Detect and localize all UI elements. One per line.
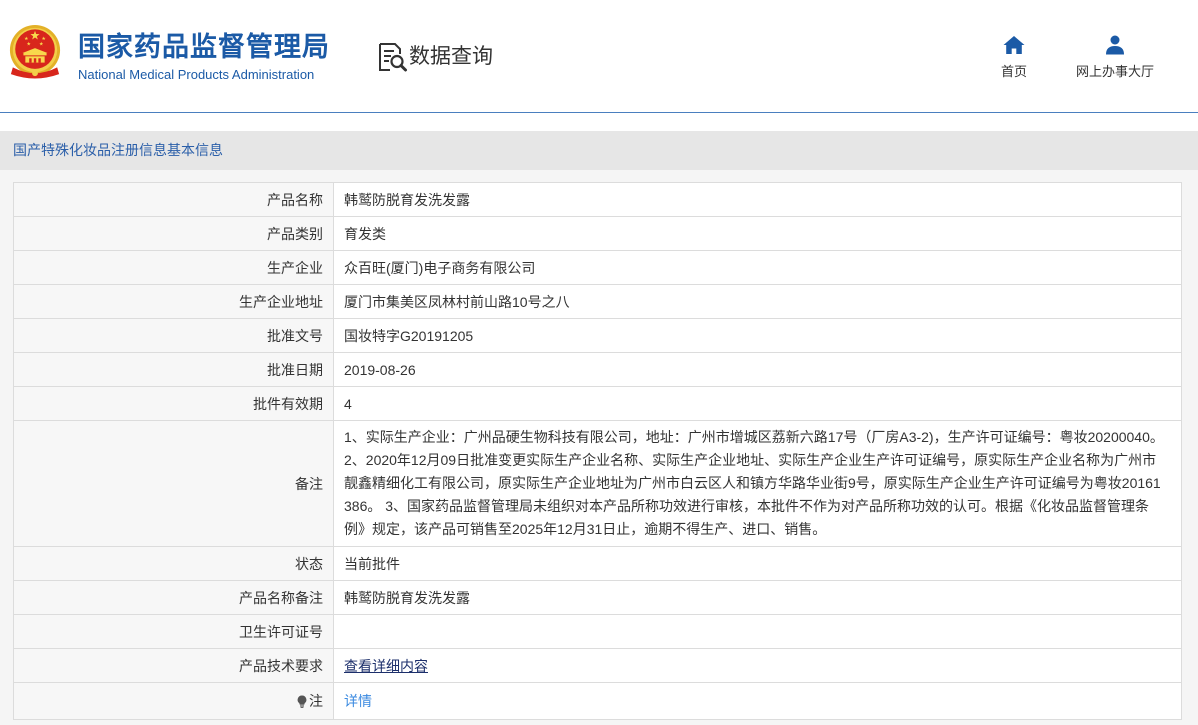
home-icon (1003, 35, 1025, 55)
row-label: 生产企业地址 (14, 285, 334, 318)
row-value-cell: 国妆特字G20191205 (334, 319, 1182, 352)
table-row: 产品技术要求 查看详细内容 (14, 649, 1182, 683)
row-value-cell: 2019-08-26 (334, 353, 1182, 386)
table-row: 卫生许可证号 (14, 615, 1182, 649)
row-value-cell: 韩鹫防脱育发洗发露 (334, 581, 1182, 614)
row-label: 产品名称 (14, 183, 334, 216)
row-value-cell: 众百旺(厦门)电子商务有限公司 (334, 251, 1182, 284)
validity-value: 4 (344, 395, 352, 412)
manufacturer-value: 众百旺(厦门)电子商务有限公司 (344, 259, 536, 276)
row-value-cell: 厦门市集美区凤林村前山路10号之八 (334, 285, 1182, 318)
national-emblem-icon (8, 24, 62, 80)
row-value-cell: 当前批件 (334, 547, 1182, 580)
row-value-cell: 详情 (334, 683, 1182, 719)
table-row: 批准文号 国妆特字G20191205 (14, 319, 1182, 353)
row-label: 批准文号 (14, 319, 334, 352)
approval-date-value: 2019-08-26 (344, 361, 416, 378)
row-label: 生产企业 (14, 251, 334, 284)
table-row: 备注 1、实际生产企业：广州品硬生物科技有限公司，地址：广州市增城区荔新六路17… (14, 421, 1182, 547)
remarks-value: 1、实际生产企业：广州品硬生物科技有限公司，地址：广州市增城区荔新六路17号（厂… (344, 429, 1164, 537)
table-row: 批准日期 2019-08-26 (14, 353, 1182, 387)
row-label: 产品名称备注 (14, 581, 334, 614)
product-category-value: 育发类 (344, 225, 386, 242)
row-label: 状态 (14, 547, 334, 580)
agency-name-en: National Medical Products Administration (78, 67, 315, 82)
row-label: 批件有效期 (14, 387, 334, 420)
row-label-note-text: 注 (309, 693, 323, 709)
nav-home-label: 首页 (1000, 64, 1027, 79)
spacer (0, 113, 1198, 131)
table-row: 产品类别 育发类 (14, 217, 1182, 251)
search-document-icon (376, 41, 408, 73)
nav-home[interactable]: 首页 (990, 35, 1038, 81)
table-row: 注 详情 (14, 683, 1182, 720)
details-link[interactable]: 详情 (344, 691, 372, 711)
panel-title: 国产特殊化妆品注册信息基本信息 (0, 131, 1198, 170)
row-value-cell: 育发类 (334, 217, 1182, 250)
agency-name-cn: 国家药品监督管理局 (78, 32, 330, 62)
registration-detail-table: 产品名称 韩鹫防脱育发洗发露 产品类别 育发类 生产企业 众百旺(厦门)电子商务… (13, 182, 1182, 720)
row-label: 批准日期 (14, 353, 334, 386)
nav-online-service-hall-label: 网上办事大厅 (1075, 64, 1154, 79)
table-row: 状态 当前批件 (14, 547, 1182, 581)
row-value-cell: 1、实际生产企业：广州品硬生物科技有限公司，地址：广州市增城区荔新六路17号（厂… (334, 421, 1182, 546)
product-name-value: 韩鹫防脱育发洗发露 (344, 191, 470, 208)
agency-brand-link[interactable]: 国家药品监督管理局 National Medical Products Admi… (8, 24, 338, 84)
lightbulb-icon (297, 694, 307, 708)
site-header: 国家药品监督管理局 National Medical Products Admi… (0, 0, 1198, 113)
row-value-cell: 韩鹫防脱育发洗发露 (334, 183, 1182, 216)
row-label: 产品技术要求 (14, 649, 334, 682)
row-label: 备注 (14, 421, 334, 546)
approval-number-value: 国妆特字G20191205 (344, 327, 474, 344)
table-row: 生产企业地址 厦门市集美区凤林村前山路10号之八 (14, 285, 1182, 319)
manufacturer-address-value: 厦门市集美区凤林村前山路10号之八 (344, 293, 570, 310)
table-row: 生产企业 众百旺(厦门)电子商务有限公司 (14, 251, 1182, 285)
view-tech-requirements-link[interactable]: 查看详细内容 (344, 656, 428, 676)
nav-online-service-hall[interactable]: 网上办事大厅 (1064, 35, 1166, 81)
row-value-cell: 查看详细内容 (334, 649, 1182, 682)
product-name-remark-value: 韩鹫防脱育发洗发露 (344, 589, 470, 606)
main-content: 国产特殊化妆品注册信息基本信息 产品名称 韩鹫防脱育发洗发露 产品类别 育发类 … (0, 113, 1198, 725)
row-value-cell (334, 615, 1182, 648)
row-label-note: 注 (14, 683, 334, 719)
data-query-label: 数据查询 (409, 45, 493, 68)
status-value: 当前批件 (344, 555, 400, 572)
user-icon (1104, 35, 1126, 55)
table-row: 批件有效期 4 (14, 387, 1182, 421)
data-query-title[interactable]: 数据查询 (376, 40, 493, 74)
table-row: 产品名称备注 韩鹫防脱育发洗发露 (14, 581, 1182, 615)
row-label: 产品类别 (14, 217, 334, 250)
row-value-cell: 4 (334, 387, 1182, 420)
row-label: 卫生许可证号 (14, 615, 334, 648)
table-row: 产品名称 韩鹫防脱育发洗发露 (14, 183, 1182, 217)
